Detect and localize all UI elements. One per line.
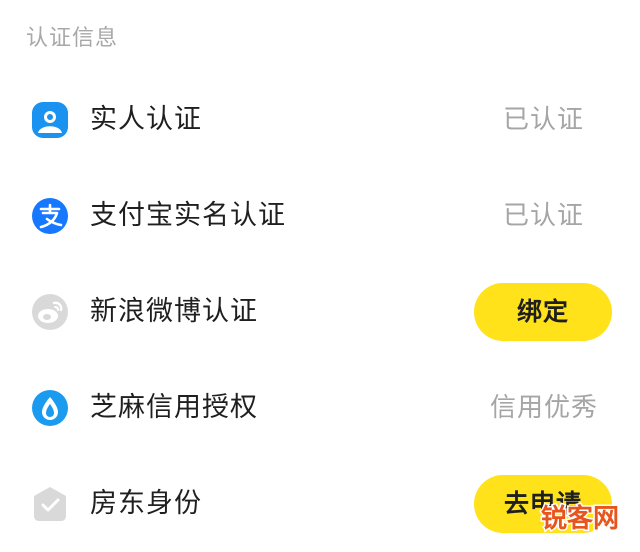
watermark: 锐客网 xyxy=(532,497,628,537)
verification-status: 已认证 xyxy=(502,201,584,231)
verification-label: 实人认证 xyxy=(90,104,202,135)
bind-weibo-button[interactable]: 绑定 xyxy=(474,283,612,341)
verification-label: 支付宝实名认证 xyxy=(90,200,286,231)
landlord-house-icon xyxy=(30,484,70,524)
verification-row-alipay[interactable]: 支付宝实名认证 已认证 xyxy=(0,168,640,264)
weibo-icon xyxy=(30,292,70,332)
verification-label: 芝麻信用授权 xyxy=(90,392,258,423)
person-icon xyxy=(30,100,70,140)
verification-status: 已认证 xyxy=(502,105,584,135)
watermark-text: 锐客网 xyxy=(541,503,619,534)
alipay-icon xyxy=(30,196,70,236)
sesame-icon xyxy=(30,388,70,428)
verification-list: 实人认证 已认证 支付宝实名认证 已认证 新浪微博认证 绑定 芝麻信用授权 信用… xyxy=(0,72,640,552)
verification-status: 信用优秀 xyxy=(489,393,598,423)
verification-row-real-person[interactable]: 实人认证 已认证 xyxy=(0,72,640,168)
verification-row-weibo[interactable]: 新浪微博认证 绑定 xyxy=(0,264,640,360)
verification-row-sesame-credit[interactable]: 芝麻信用授权 信用优秀 xyxy=(0,360,640,456)
section-title: 认证信息 xyxy=(26,26,119,51)
verification-label: 新浪微博认证 xyxy=(90,296,258,327)
verification-label: 房东身份 xyxy=(90,488,202,519)
